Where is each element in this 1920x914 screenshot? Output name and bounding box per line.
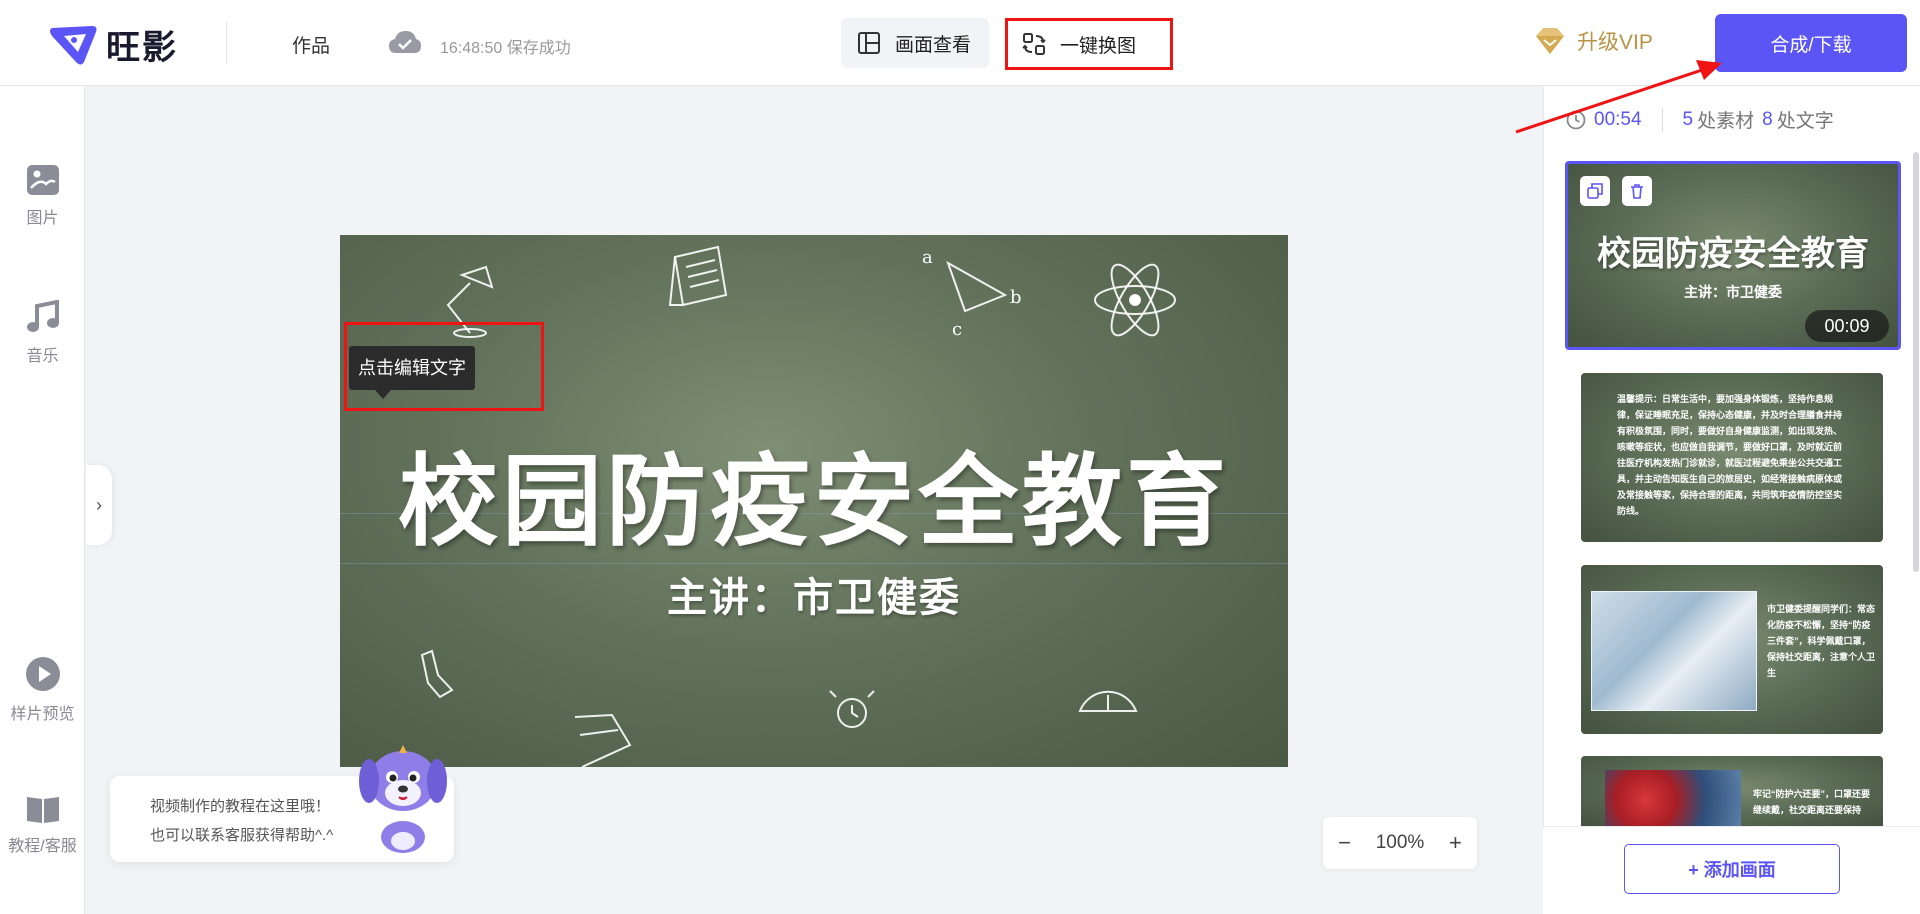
triangle-doodle: a b c	[922, 247, 1022, 340]
swap-image-button[interactable]: 一键换图	[1005, 18, 1173, 70]
thumbnail-title: 校园防疫安全教育	[1597, 235, 1869, 273]
slide-subtitle[interactable]: 主讲：市卫健委	[340, 565, 1288, 623]
play-icon	[25, 657, 60, 691]
diamond-icon	[1536, 28, 1564, 54]
help-line-1: 视频制作的教程在这里哦！	[150, 798, 331, 815]
sidebar-expand-toggle[interactable]: ›	[86, 465, 112, 545]
thumbnail-text: 温馨提示：日常生活中，要加强身体锻炼，坚持作息规律，保证睡眠充足，保持心态健康，…	[1617, 394, 1843, 516]
slide-canvas[interactable]: a b c 校园防疫安全教育 主讲：市卫健委	[340, 235, 1288, 767]
thumbnail-subtitle: 主讲：市卫健委	[1684, 284, 1782, 300]
book-doodle	[668, 245, 728, 307]
thumbnail-text: 牢记“防护六还要”，口罩还要继续戴，社交距离还要保持	[1753, 789, 1871, 815]
scene-scrollbar[interactable]	[1913, 152, 1919, 572]
text-label: 处文字	[1776, 111, 1834, 132]
copy-icon	[1587, 183, 1603, 199]
scene-thumbnail-2[interactable]: 温馨提示：日常生活中，要加强身体锻炼，坚持作息规律，保证睡眠充足，保持心态健康，…	[1581, 373, 1883, 542]
book-icon	[26, 797, 59, 823]
material-count: 5	[1682, 108, 1694, 130]
scene-thumbnail-1[interactable]: 校园防疫安全教育 主讲：市卫健委 00:09	[1565, 161, 1901, 350]
zoom-level: 100%	[1375, 832, 1425, 853]
help-line-2: 也可以联系客服获得帮助^.^	[150, 827, 334, 844]
logo-icon	[50, 25, 97, 64]
doodle-letter-c: c	[952, 319, 962, 340]
sidebar-item-label: 教程/客服	[8, 838, 77, 855]
sidebar-item-music[interactable]: 音乐	[0, 300, 85, 366]
zoom-out-button[interactable]: −	[1333, 830, 1357, 856]
protractor-doodle	[1078, 690, 1138, 712]
sidebar-item-label: 样片预览	[10, 706, 75, 723]
delete-scene-button[interactable]	[1622, 176, 1652, 206]
thumbnail-text: 市卫健委提醒同学们：常态化防疫不松懈，坚持“防疫三件套”，科学佩戴口罩，保持社交…	[1767, 604, 1876, 678]
music-icon	[26, 300, 59, 332]
vip-label: 升级VIP	[1577, 31, 1653, 54]
sidebar-item-image[interactable]: 图片	[0, 164, 85, 228]
scene-duration-badge[interactable]: 00:09	[1805, 310, 1889, 342]
sidebar-item-tutorial[interactable]: 教程/客服	[0, 794, 85, 856]
swap-label: 一键换图	[1060, 35, 1137, 57]
clock-icon	[1566, 110, 1586, 129]
scene-summary: 00:54 5 处素材 8 处文字	[1566, 106, 1834, 133]
export-download-button[interactable]: 合成/下载	[1715, 14, 1907, 72]
slide-title[interactable]: 校园防疫安全教育	[340, 420, 1288, 565]
layout-icon	[858, 32, 880, 54]
doodle-letter-a: a	[922, 247, 933, 268]
cloud-icon	[389, 31, 421, 53]
brand-name: 旺影	[106, 29, 178, 67]
upgrade-vip-link[interactable]: 升级VIP	[1533, 26, 1653, 56]
brand-logo[interactable]: 旺影	[48, 20, 178, 69]
notebook-doodle	[574, 713, 632, 767]
image-icon	[26, 165, 59, 195]
sidebar-item-sample-preview[interactable]: 样片预览	[0, 656, 85, 724]
total-duration: 00:54	[1594, 108, 1642, 130]
left-sidebar: 图片 音乐 样片预览 教程/客服	[0, 86, 85, 914]
flower-photo	[1605, 770, 1741, 826]
material-label: 处素材	[1697, 111, 1755, 132]
summary-divider	[1661, 107, 1663, 132]
mascot-dog-icon[interactable]	[355, 733, 451, 855]
atom-doodle	[1094, 263, 1176, 337]
edit-text-tooltip: 点击编辑文字	[349, 346, 475, 399]
top-header: 旺影 作品 16:48:50 保存成功 画面查看 一键换图 升级VIP 合成/下…	[0, 0, 1920, 86]
scene-thumbnail-3[interactable]: 市卫健委提醒同学们：常态化防疫不松懈，坚持“防疫三件套”，科学佩戴口罩，保持社交…	[1581, 565, 1883, 734]
sidebar-item-label: 音乐	[26, 348, 59, 365]
scene-thumbnail-4[interactable]: 牢记“防护六还要”，口罩还要继续戴，社交距离还要保持	[1581, 756, 1883, 826]
zoom-in-button[interactable]: +	[1443, 830, 1467, 856]
duplicate-scene-button[interactable]	[1580, 176, 1610, 206]
preview-label: 画面查看	[895, 34, 972, 56]
doodle-letter-b: b	[1010, 287, 1022, 308]
flask-doodle	[420, 649, 454, 699]
save-status: 16:48:50 保存成功	[440, 40, 571, 57]
trash-icon	[1631, 184, 1643, 199]
text-count: 8	[1762, 108, 1773, 130]
zoom-control: − 100% +	[1323, 817, 1477, 869]
works-link[interactable]: 作品	[292, 31, 330, 58]
swap-icon	[1022, 33, 1046, 55]
sidebar-item-label: 图片	[26, 210, 59, 227]
add-scene-button[interactable]: + 添加画面	[1624, 844, 1840, 894]
preview-button[interactable]: 画面查看	[841, 18, 989, 68]
clock-doodle	[829, 690, 875, 728]
face-mask-photo	[1591, 591, 1757, 711]
header-divider	[226, 22, 227, 64]
